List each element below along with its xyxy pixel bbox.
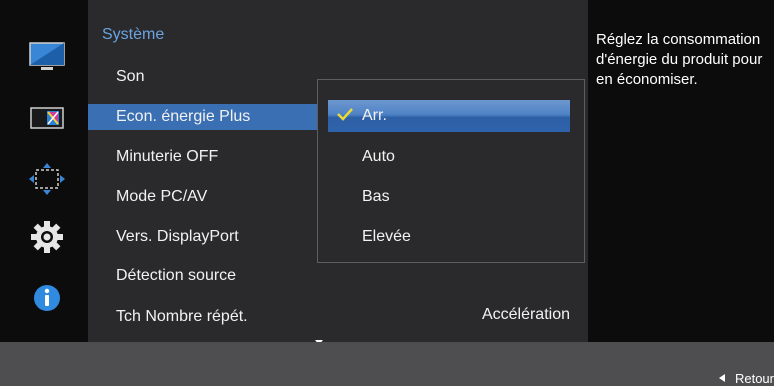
information-icon[interactable] (26, 281, 68, 315)
option-label: Auto (362, 148, 395, 165)
color-icon[interactable] (26, 101, 68, 135)
menu-item-eco-saving-plus[interactable]: Econ. énergie Plus (88, 104, 328, 130)
menu-item-label: Mode PC/AV (116, 188, 208, 205)
check-icon (337, 108, 353, 121)
option-off[interactable]: Arr. (328, 100, 570, 132)
menu-item-displayport-version[interactable]: Vers. DisplayPort (88, 224, 318, 250)
option-label: Bas (362, 188, 390, 205)
option-label: Elevée (362, 228, 411, 245)
side-menu (0, 0, 88, 342)
menu-item-sound[interactable]: Son (88, 64, 318, 90)
footer-bar: Retour (0, 342, 774, 386)
help-panel: Réglez la consommation d'énergie du prod… (588, 0, 774, 342)
option-high[interactable]: Elevée (318, 221, 570, 253)
back-arrow-icon (718, 374, 725, 382)
menu-item-label: Son (116, 68, 145, 85)
help-text: Réglez la consommation d'énergie du prod… (596, 31, 763, 88)
menu-title: Système (102, 26, 165, 43)
menu-item-label: Détection source (116, 267, 237, 284)
back-button[interactable]: Retour (718, 370, 774, 386)
menu-item-label: Tch Nombre répét. (116, 308, 248, 325)
key-repeat-value: Accélération (481, 306, 570, 323)
picture-icon[interactable] (26, 40, 68, 74)
menu-item-source-detection[interactable]: Détection source (88, 263, 318, 289)
setup-gear-icon[interactable] (26, 220, 68, 254)
option-low[interactable]: Bas (318, 181, 570, 213)
eco-saving-options-dropdown: Arr. Auto Bas Elevée (317, 79, 585, 263)
menu-item-pc-av-mode[interactable]: Mode PC/AV (88, 184, 318, 210)
menu-item-off-timer[interactable]: Minuterie OFF (88, 144, 318, 170)
size-position-icon[interactable] (26, 162, 68, 196)
menu-item-label: Econ. énergie Plus (116, 108, 251, 125)
menu-item-label: Vers. DisplayPort (116, 228, 239, 245)
option-auto[interactable]: Auto (318, 141, 570, 173)
option-label: Arr. (362, 107, 387, 124)
menu-item-key-repeat-time[interactable]: Tch Nombre répét. (88, 304, 318, 330)
back-label: Retour (734, 370, 774, 386)
menu-item-label: Minuterie OFF (116, 148, 219, 165)
